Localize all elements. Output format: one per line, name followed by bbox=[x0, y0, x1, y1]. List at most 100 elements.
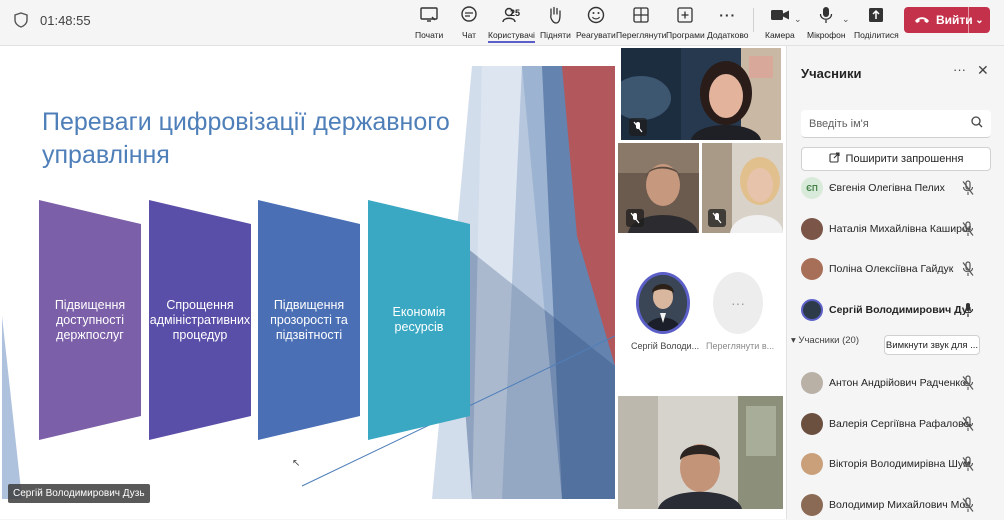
camera-label: Камера bbox=[765, 30, 795, 40]
apps-button[interactable]: Програми bbox=[666, 2, 705, 44]
participant-photo bbox=[639, 275, 687, 331]
mic-off-icon bbox=[962, 416, 974, 431]
mic-icon bbox=[815, 4, 837, 26]
camera-button[interactable]: Камера bbox=[765, 2, 795, 44]
slide-step-4: Економія ресурсів bbox=[368, 200, 470, 440]
more-icon: ··· bbox=[719, 7, 737, 23]
mic-off-icon bbox=[962, 456, 974, 471]
participant-name: Наталія Михайлівна Каширова bbox=[829, 223, 971, 235]
slide-step-2: Спрощення адміністративних процедур bbox=[149, 200, 251, 440]
share-invite-label: Поширити запрошення bbox=[845, 153, 964, 165]
presenter-name-tag: Сергій Володимирович Дузь bbox=[8, 484, 150, 503]
shared-slide: Переваги цифровізації державного управлі… bbox=[2, 66, 615, 499]
react-button[interactable]: Реагувати bbox=[576, 2, 616, 44]
mic-options-chevron-icon[interactable]: ⌄ bbox=[842, 14, 850, 25]
avatar[interactable] bbox=[636, 272, 690, 334]
participant-row[interactable]: Вікторія Володимирівна Шум... bbox=[801, 449, 997, 479]
video-tile-2[interactable] bbox=[618, 143, 699, 233]
participant-name: Поліна Олексіївна Гайдук bbox=[829, 263, 954, 275]
share-invite-button[interactable]: Поширити запрошення bbox=[801, 147, 991, 171]
avatar bbox=[801, 299, 823, 321]
participant-name: Вікторія Володимирівна Шум... bbox=[829, 458, 971, 470]
avatar bbox=[801, 494, 823, 516]
participants-section-header[interactable]: ▾ Учасники (20) bbox=[791, 335, 859, 346]
participant-name: Євгенія Олегівна Пелих bbox=[829, 182, 945, 194]
participant-row[interactable]: Сергій Володимирович Дузь bbox=[801, 295, 997, 325]
mic-off-icon bbox=[708, 209, 726, 227]
participant-video bbox=[618, 396, 783, 509]
participants-panel: Учасники ··· ✕ Поширити запрошення ЄП Єв… bbox=[786, 46, 1004, 519]
mic-off-icon bbox=[962, 375, 974, 390]
leave-options-chevron-icon[interactable]: ⌄ bbox=[968, 7, 990, 33]
chat-button[interactable]: Чат bbox=[458, 2, 480, 44]
view-button[interactable]: Переглянути bbox=[616, 2, 666, 44]
avatar bbox=[801, 413, 823, 435]
participant-row[interactable]: Антон Андрійович Радченко bbox=[801, 368, 997, 398]
more-actions-label: Додатково bbox=[707, 30, 749, 40]
camera-options-chevron-icon[interactable]: ⌄ bbox=[794, 14, 802, 25]
more-icon: ··· bbox=[731, 295, 745, 311]
participant-name: Антон Андрійович Радченко bbox=[829, 377, 966, 389]
video-tile-4[interactable] bbox=[618, 396, 783, 509]
view-label: Переглянути bbox=[616, 30, 667, 40]
raise-hand-icon bbox=[544, 4, 566, 26]
toolbar-divider bbox=[753, 8, 754, 32]
mouse-pointer-icon: ↖ bbox=[292, 458, 301, 469]
mic-off-icon bbox=[629, 118, 647, 136]
meeting-toolbar: 01:48:55 Почати Чат Користувачі 25 Підня… bbox=[0, 0, 1004, 46]
microphone-label: Мікрофон bbox=[807, 30, 846, 40]
share-screen-button[interactable]: Почати bbox=[415, 2, 443, 44]
share-button[interactable]: Поділитися bbox=[854, 2, 899, 44]
shield-icon bbox=[14, 12, 28, 28]
raise-hand-label: Підняти bbox=[540, 30, 571, 40]
avatar bbox=[801, 453, 823, 475]
search-icon[interactable] bbox=[971, 116, 983, 131]
view-more-label: Переглянути в... bbox=[706, 341, 775, 351]
leave-button[interactable]: Вийти ⌄ bbox=[904, 7, 990, 33]
avatar bbox=[801, 258, 823, 280]
mic-off-icon bbox=[962, 497, 974, 512]
avatar bbox=[801, 372, 823, 394]
tile-avatar-name: Сергій Володи... bbox=[631, 341, 700, 351]
participant-row[interactable]: Валерія Сергіївна Рафаловська bbox=[801, 409, 997, 439]
raise-hand-button[interactable]: Підняти bbox=[540, 2, 571, 44]
participant-row[interactable]: Наталія Михайлівна Каширова bbox=[801, 214, 997, 244]
search-box bbox=[801, 110, 991, 138]
participant-row[interactable]: Поліна Олексіївна Гайдук bbox=[801, 254, 997, 284]
microphone-button[interactable]: Мікрофон bbox=[807, 2, 846, 44]
share-link-icon bbox=[828, 152, 840, 166]
more-actions-button[interactable]: ··· Додатково bbox=[707, 2, 748, 44]
slide-title: Переваги цифровізації державного управлі… bbox=[42, 108, 450, 169]
react-label: Реагувати bbox=[576, 30, 616, 40]
apps-icon bbox=[674, 4, 696, 26]
mic-off-icon bbox=[626, 209, 644, 227]
chat-label: Чат bbox=[461, 30, 477, 40]
meeting-stage: Переваги цифровізації державного управлі… bbox=[0, 46, 786, 519]
search-input[interactable] bbox=[801, 110, 961, 138]
view-icon bbox=[630, 4, 652, 26]
avatar: ЄП bbox=[801, 177, 823, 199]
more-icon[interactable]: ··· bbox=[953, 62, 966, 77]
mic-off-icon bbox=[962, 261, 974, 276]
share-label: Поділитися bbox=[854, 30, 899, 40]
share-screen-icon bbox=[418, 4, 440, 26]
participant-name: Володимир Михайлович Мо... bbox=[829, 499, 971, 511]
close-icon[interactable]: ✕ bbox=[977, 62, 989, 79]
share-icon bbox=[865, 4, 887, 26]
participants-section-label: Учасники (20) bbox=[798, 335, 859, 346]
mute-all-button[interactable]: Вимкнути звук для ... bbox=[884, 335, 980, 355]
camera-icon bbox=[769, 4, 791, 26]
participant-row[interactable]: Володимир Михайлович Мо... bbox=[801, 490, 997, 520]
people-label: Користувачі bbox=[488, 30, 535, 43]
react-icon bbox=[585, 4, 607, 26]
chat-icon bbox=[458, 4, 480, 26]
video-tile-1[interactable] bbox=[621, 48, 781, 140]
avatar bbox=[801, 218, 823, 240]
mic-off-icon bbox=[962, 221, 974, 236]
view-more-tile[interactable]: ··· bbox=[713, 272, 763, 334]
slide-step-1: Підвищення доступності держпослуг bbox=[39, 200, 141, 440]
participant-row[interactable]: ЄП Євгенія Олегівна Пелих bbox=[801, 173, 997, 203]
apps-label: Програми bbox=[666, 30, 705, 40]
participant-count-badge: 25 bbox=[510, 8, 521, 18]
video-tile-3[interactable] bbox=[702, 143, 783, 233]
